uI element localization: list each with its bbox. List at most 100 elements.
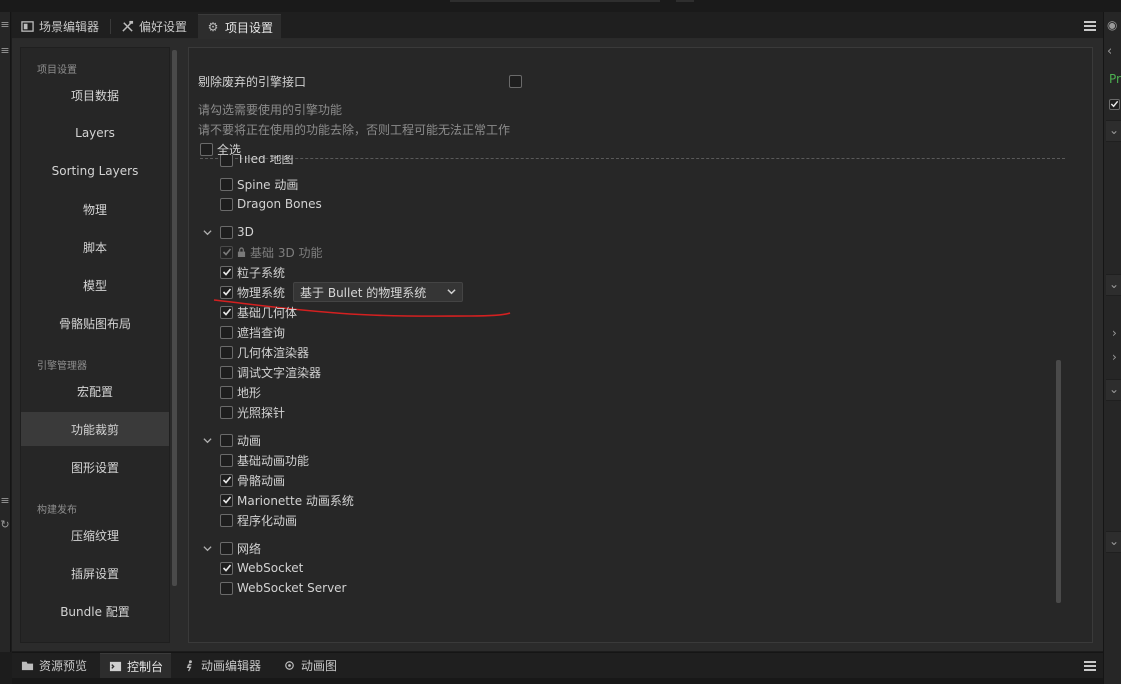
feature-item-procedural-animation[interactable]: 程序化动画 <box>220 511 297 529</box>
feature-checkbox[interactable] <box>220 197 233 211</box>
tab-animation-editor[interactable]: 动画编辑器 <box>174 653 269 678</box>
feature-item-light-probe[interactable]: 光照探针 <box>220 403 285 421</box>
feature-item-websocket[interactable]: WebSocket <box>220 559 303 577</box>
sidebar-item-skeleton-texture[interactable]: 骨骼贴图布局 <box>21 306 169 340</box>
feature-checkbox[interactable] <box>220 581 233 595</box>
sidebar-item-layers[interactable]: Layers <box>21 116 169 150</box>
group-3d-row[interactable]: 3D <box>200 223 254 241</box>
chevron-down-icon: ⌄ <box>1109 277 1120 291</box>
lock-icon <box>237 246 246 258</box>
feature-item-occlusion[interactable]: 遮挡查询 <box>220 323 285 341</box>
collapsed-section-bar[interactable]: ⌄ <box>1106 379 1121 401</box>
tab-console[interactable]: 控制台 <box>100 653 172 678</box>
feature-item-tiled[interactable]: Tiled 地图 <box>220 155 293 167</box>
chevron-down-icon[interactable] <box>200 225 214 239</box>
feature-label: 粒子系统 <box>237 265 286 280</box>
menu-icon[interactable]: ≡ <box>0 18 10 31</box>
collapsed-section-bar[interactable]: ⌄ <box>1106 120 1121 142</box>
feature-checkbox-checked[interactable] <box>220 305 233 319</box>
feature-checkbox[interactable] <box>220 325 233 339</box>
feature-checkbox-disabled <box>220 245 233 259</box>
chevron-down-icon: ⌄ <box>1109 123 1120 137</box>
animation-graph-icon <box>282 659 296 673</box>
menu-icon[interactable]: ≡ <box>0 44 10 57</box>
panel-menu-icon[interactable] <box>1084 21 1096 31</box>
group-animation-row[interactable]: 动画 <box>200 431 261 449</box>
deprecated-api-row: 剔除废弃的引擎接口 <box>198 72 528 90</box>
tab-label: 偏好设置 <box>139 20 188 34</box>
sidebar-item-graphics[interactable]: 图形设置 <box>21 450 169 484</box>
tab-animation-graph[interactable]: 动画图 <box>274 653 345 678</box>
feature-checkbox-checked[interactable] <box>220 493 233 507</box>
sidebar-item-texture-compress[interactable]: 压缩纹理 <box>21 518 169 552</box>
tab-asset-preview[interactable]: 资源预览 <box>12 653 95 678</box>
sidebar-item-feature-cropping[interactable]: 功能裁剪 <box>21 412 169 446</box>
refresh-icon[interactable]: ↻ <box>0 518 10 531</box>
target-icon[interactable]: ◉ <box>1107 18 1117 32</box>
animation-editor-icon <box>182 659 196 673</box>
feature-item-base-animation[interactable]: 基础动画功能 <box>220 451 309 469</box>
feature-label: 光照探针 <box>237 405 286 420</box>
chevron-right-icon[interactable]: › <box>1112 326 1117 340</box>
feature-checkbox[interactable] <box>220 177 233 191</box>
feature-item-marionette[interactable]: Marionette 动画系统 <box>220 491 354 509</box>
panel-menu-icon[interactable] <box>1084 661 1096 671</box>
chevron-left-icon[interactable]: ‹ <box>1107 44 1112 59</box>
feature-checkbox[interactable] <box>220 345 233 359</box>
chevron-down-icon[interactable] <box>200 541 214 555</box>
sidebar-item-macro[interactable]: 宏配置 <box>21 374 169 408</box>
feature-label: WebSocket Server <box>237 581 347 595</box>
sidebar-item-splash[interactable]: 插屏设置 <box>21 556 169 590</box>
sidebar-item-model[interactable]: 模型 <box>21 268 169 302</box>
feature-checkbox[interactable] <box>220 453 233 467</box>
group-checkbox[interactable] <box>220 225 233 239</box>
chevron-down-icon: ⌄ <box>1109 382 1120 396</box>
feature-checkbox-checked[interactable] <box>220 561 233 575</box>
feature-item-geometry-renderer[interactable]: 几何体渲染器 <box>220 343 309 361</box>
collapsed-section-bar[interactable]: ⌄ <box>1106 531 1121 553</box>
left-edge-panel: ≡ ≡ ≡ ↻ <box>0 12 11 652</box>
feature-item-spine[interactable]: Spine 动画 <box>220 175 298 193</box>
inspector-partial-label: Pr <box>1109 72 1121 86</box>
group-checkbox[interactable] <box>220 541 233 555</box>
sidebar-item-sorting-layers[interactable]: Sorting Layers <box>21 154 169 188</box>
tab-scene-editor[interactable]: 场景编辑器 <box>12 14 107 39</box>
feature-item-dragon-bones[interactable]: Dragon Bones <box>220 195 322 213</box>
feature-checkbox[interactable] <box>220 365 233 379</box>
group-checkbox[interactable] <box>220 433 233 447</box>
panel-scrollbar[interactable] <box>1056 360 1061 603</box>
feature-label: 基础 3D 功能 <box>250 245 323 260</box>
tab-preferences[interactable]: 偏好设置 <box>112 14 195 39</box>
feature-checkbox[interactable] <box>220 513 233 527</box>
asset-preview-icon <box>20 659 34 673</box>
feature-item-websocket-server[interactable]: WebSocket Server <box>220 579 347 597</box>
collapsed-section-bar[interactable]: ⌄ <box>1106 274 1121 296</box>
group-network-row[interactable]: 网络 <box>200 539 261 557</box>
feature-item-skeletal-animation[interactable]: 骨骼动画 <box>220 471 285 489</box>
feature-item-primitive[interactable]: 基础几何体 <box>220 303 297 321</box>
group-label: 动画 <box>237 433 262 448</box>
chevron-down-icon[interactable] <box>200 433 214 447</box>
feature-checkbox-checked[interactable] <box>220 265 233 279</box>
feature-checkbox[interactable] <box>220 405 233 419</box>
inspector-checkbox[interactable] <box>1109 98 1121 112</box>
feature-label: Spine 动画 <box>237 177 299 192</box>
sidebar-item-scripts[interactable]: 脚本 <box>21 230 169 264</box>
sidebar-item-bundle[interactable]: Bundle 配置 <box>21 594 169 628</box>
feature-item-debug-text[interactable]: 调试文字渲染器 <box>220 363 321 381</box>
feature-checkbox[interactable] <box>220 385 233 399</box>
menu-icon[interactable]: ≡ <box>0 494 10 507</box>
tab-label: 场景编辑器 <box>39 20 100 34</box>
feature-item-terrain[interactable]: 地形 <box>220 383 261 401</box>
feature-checkbox[interactable] <box>220 155 233 167</box>
feature-label: WebSocket <box>237 561 304 575</box>
tab-project-settings[interactable]: ⚙ 项目设置 <box>198 14 282 39</box>
sidebar-item-project-data[interactable]: 项目数据 <box>21 78 169 112</box>
deprecated-api-checkbox[interactable] <box>509 74 522 88</box>
feature-item-particle[interactable]: 粒子系统 <box>220 263 285 281</box>
sidebar-scrollbar[interactable] <box>172 50 177 586</box>
chevron-right-icon[interactable]: › <box>1112 350 1117 364</box>
sidebar-item-physics[interactable]: 物理 <box>21 192 169 226</box>
select-all-checkbox[interactable] <box>200 142 213 156</box>
feature-checkbox-checked[interactable] <box>220 473 233 487</box>
